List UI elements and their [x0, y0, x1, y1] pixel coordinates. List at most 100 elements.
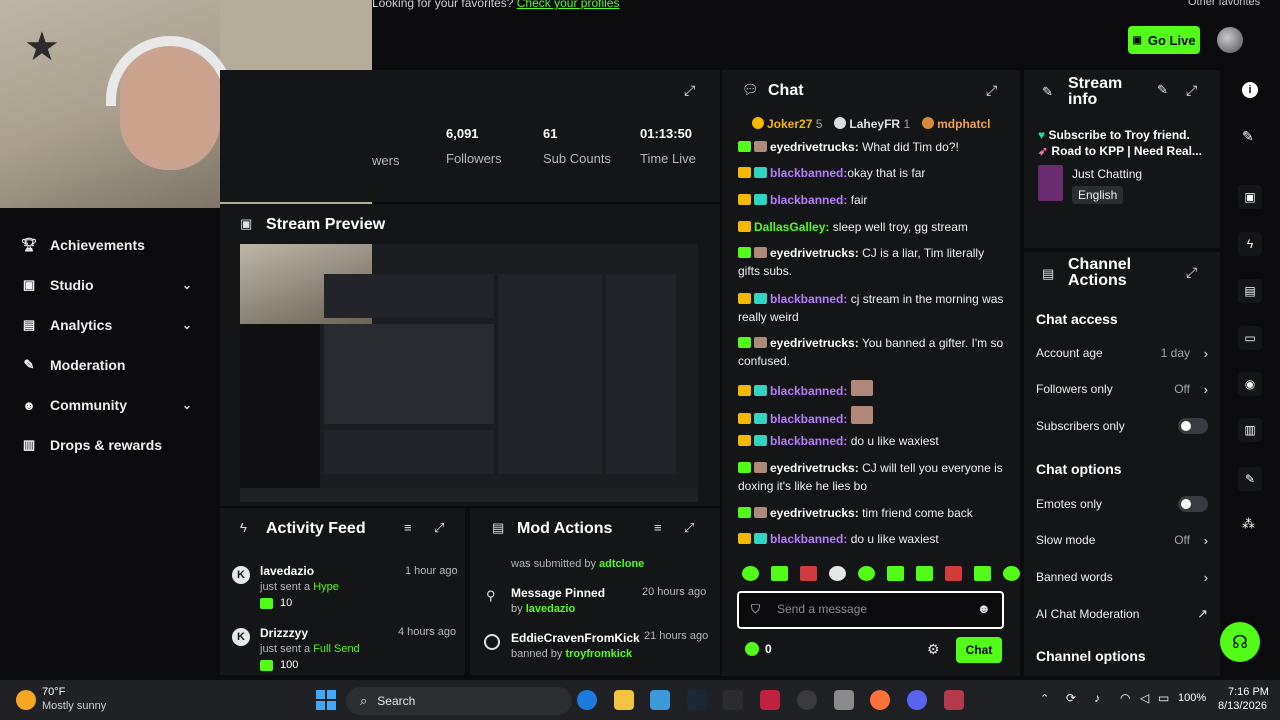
emoji-icon[interactable]: ☻	[977, 601, 991, 616]
account-age-row[interactable]: Account age 1 day ›	[1036, 346, 1208, 361]
settings-gear-icon[interactable]: ⚙	[927, 641, 940, 658]
app-icon[interactable]	[834, 690, 854, 710]
microphone-icon[interactable]: ♪	[1094, 691, 1100, 705]
filter-icon[interactable]: ≡	[654, 520, 662, 535]
filter-icon[interactable]: ≡	[404, 520, 412, 535]
language-tag: English	[1072, 186, 1124, 204]
windows-taskbar: 70°F Mostly sunny ⌃ ⟳ ♪ ◠ ◁ ▭ 100% 7:16 …	[0, 680, 1280, 720]
followers-only-row[interactable]: Followers only Off ›	[1036, 382, 1208, 397]
edit-pencil-icon[interactable]: ✎	[1242, 128, 1254, 145]
popout-icon[interactable]: ⤢	[684, 520, 694, 536]
discord-icon[interactable]	[907, 690, 927, 710]
app-icon[interactable]	[760, 690, 780, 710]
app-icon[interactable]	[944, 690, 964, 710]
emote-icon[interactable]	[829, 566, 846, 581]
leader-item[interactable]: mdphatcl	[922, 117, 990, 131]
clock-time[interactable]: 7:16 PM	[1228, 686, 1269, 698]
chat-icon[interactable]: ▭	[1238, 326, 1262, 350]
chat-message: blackbanned: do u like waxiest	[738, 530, 1008, 548]
slow-mode-row[interactable]: Slow mode Off ›	[1036, 533, 1208, 548]
mod-actions-panel: ▤ Mod Actions ≡ ⤢ was submitted by adtcl…	[470, 508, 720, 675]
channel-actions-icon[interactable]: ▥	[1238, 418, 1262, 442]
support-headset-icon[interactable]: ☊	[1220, 622, 1260, 662]
weather-desc[interactable]: Mostly sunny	[42, 700, 106, 712]
emote-icon[interactable]	[945, 566, 962, 581]
sidebar-item-analytics[interactable]: ▤ Analytics ⌄	[22, 313, 192, 337]
edge-browser-icon[interactable]	[577, 690, 597, 710]
feed-user[interactable]: lavedazio	[260, 564, 314, 578]
check-profiles-link[interactable]: Check your profiles	[517, 0, 620, 10]
sync-icon[interactable]: ⟳	[1066, 691, 1076, 705]
weather-temp[interactable]: 70°F	[42, 686, 65, 698]
stream-info-panel: ✎ Stream info ✎ ⤢ ♥ Subscribe to Troy fr…	[1024, 70, 1220, 248]
leader-item[interactable]: LaheyFR 1	[834, 117, 910, 131]
other-favorites[interactable]: Other favorites	[1188, 0, 1260, 8]
popout-icon[interactable]: ⤢	[1186, 82, 1197, 99]
chevron-down-icon[interactable]: ⌄	[182, 278, 192, 292]
chevron-down-icon[interactable]: ⌄	[182, 318, 192, 332]
info-icon[interactable]: i	[1242, 82, 1258, 98]
chat-message: blackbanned:	[738, 380, 1008, 400]
emote-icon[interactable]	[742, 566, 759, 581]
clock-date[interactable]: 8/13/2026	[1218, 700, 1267, 712]
sidebar-item-community[interactable]: ☻ Community ⌄	[22, 393, 192, 417]
broadcast-icon[interactable]: ◉	[1238, 372, 1262, 396]
emote-icon[interactable]	[974, 566, 991, 581]
popout-icon[interactable]: ⤢	[986, 82, 997, 99]
store-icon[interactable]	[650, 690, 670, 710]
steam-icon[interactable]	[687, 690, 707, 710]
activity-feed-panel: ϟ Activity Feed ≡ ⤢ K lavedazio 1 hour a…	[220, 508, 465, 675]
channel-options-heading: Channel options	[1036, 648, 1146, 664]
leader-item[interactable]: Joker27 5	[752, 117, 822, 131]
tray-chevron-icon[interactable]: ⌃	[1040, 692, 1049, 705]
mod-action-time: 21 hours ago	[644, 630, 709, 642]
category-thumbnail[interactable]	[1038, 165, 1063, 201]
stream-preview-icon[interactable]: ▣	[1238, 185, 1262, 209]
emote-icon[interactable]	[916, 566, 933, 581]
emote-icon[interactable]	[771, 566, 788, 581]
emotes-only-toggle[interactable]	[1178, 496, 1208, 512]
stream-preview-video[interactable]	[240, 244, 698, 502]
category-name[interactable]: Just Chatting	[1072, 167, 1142, 181]
preview-icon: ▣	[240, 216, 253, 231]
edit-pencil-icon[interactable]: ✎	[1157, 82, 1168, 98]
subscribers-only-toggle[interactable]	[1178, 418, 1208, 434]
popout-icon[interactable]: ⤢	[1186, 264, 1197, 281]
bolt-icon[interactable]: ϟ	[1238, 232, 1262, 256]
stream-preview-title: Stream Preview	[266, 216, 386, 233]
taskbar-search[interactable]: ⌕ Search	[346, 687, 572, 715]
sidebar-item-achievements[interactable]: 🏆︎ Achievements	[21, 233, 145, 257]
chat-send-button[interactable]: Chat	[956, 637, 1002, 663]
emote-icon[interactable]	[1003, 566, 1020, 581]
emote-icon[interactable]	[858, 566, 875, 581]
document-icon[interactable]: ▤	[1238, 279, 1262, 303]
emote-icon[interactable]	[800, 566, 817, 581]
chat-message: eyedrivetrucks: What did Tim do?!	[738, 138, 1008, 156]
chevron-down-icon[interactable]: ⌄	[182, 398, 192, 412]
battery-icon[interactable]: ▭	[1158, 691, 1169, 705]
app-icon[interactable]	[723, 690, 743, 710]
obs-icon[interactable]	[797, 690, 817, 710]
emote-icon[interactable]	[887, 566, 904, 581]
wrench-icon[interactable]: ✎	[1238, 467, 1262, 491]
popout-icon[interactable]: ⤢	[684, 82, 695, 99]
speaker-icon[interactable]: ◁	[1140, 691, 1149, 705]
apps-icon[interactable]: ⁂	[1242, 516, 1255, 532]
sidebar-item-moderation[interactable]: ✎ Moderation	[22, 353, 126, 377]
chat-message: DallasGalley: sleep well troy, gg stream	[738, 218, 1008, 236]
chat-message-input[interactable]: ⛉ Send a message ☻	[737, 591, 1004, 629]
ai-chat-moderation-row[interactable]: AI Chat Moderation ↗	[1036, 606, 1208, 621]
sidebar-item-studio[interactable]: ▣ Studio ⌄	[22, 273, 192, 297]
kicks-icon[interactable]	[745, 642, 759, 656]
windows-start-icon[interactable]	[316, 690, 336, 710]
feed-time: 1 hour ago	[405, 565, 458, 577]
popout-icon[interactable]: ⤢	[434, 520, 444, 536]
banned-words-row[interactable]: Banned words ›	[1036, 570, 1208, 585]
file-explorer-icon[interactable]	[614, 690, 634, 710]
feed-user[interactable]: Drizzzyy	[260, 626, 308, 640]
go-live-button[interactable]: ▣ Go Live	[1128, 26, 1200, 54]
sidebar-item-drops-rewards[interactable]: ▥ Drops & rewards	[22, 433, 162, 457]
wifi-icon[interactable]: ◠	[1120, 691, 1130, 705]
user-avatar[interactable]	[1217, 27, 1243, 53]
firefox-icon[interactable]	[870, 690, 890, 710]
